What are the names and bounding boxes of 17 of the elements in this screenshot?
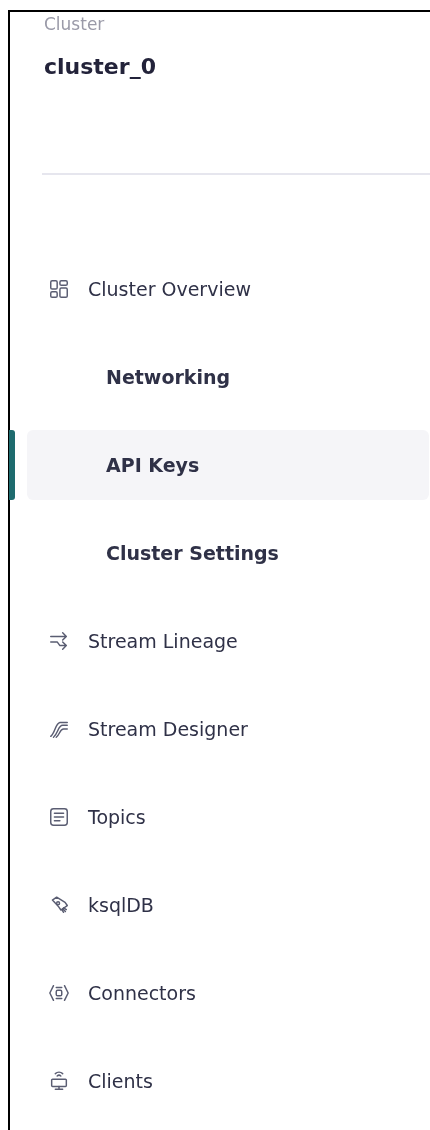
arrows-icon — [48, 630, 70, 652]
monitor-icon — [48, 1070, 70, 1092]
nav-item[interactable]: Clients — [27, 1046, 429, 1116]
nav-item[interactable]: Topics — [27, 782, 429, 852]
nav-item[interactable]: API Keys — [27, 430, 429, 500]
nav-item[interactable]: Cluster Overview — [27, 254, 429, 324]
nav-item[interactable]: ksqlDB — [27, 870, 429, 940]
document-icon — [48, 806, 70, 828]
cluster-title: cluster_0 — [44, 54, 156, 79]
nav-item[interactable]: Networking — [27, 342, 429, 412]
grid-icon — [48, 278, 70, 300]
nav-item[interactable]: Stream Lineage — [27, 606, 429, 676]
connector-icon — [48, 982, 70, 1004]
nav-item[interactable]: Connectors — [27, 958, 429, 1028]
nav-item[interactable]: Cluster Settings — [27, 518, 429, 588]
section-label: Cluster — [44, 14, 105, 34]
nav-item[interactable]: Stream Designer — [27, 694, 429, 764]
